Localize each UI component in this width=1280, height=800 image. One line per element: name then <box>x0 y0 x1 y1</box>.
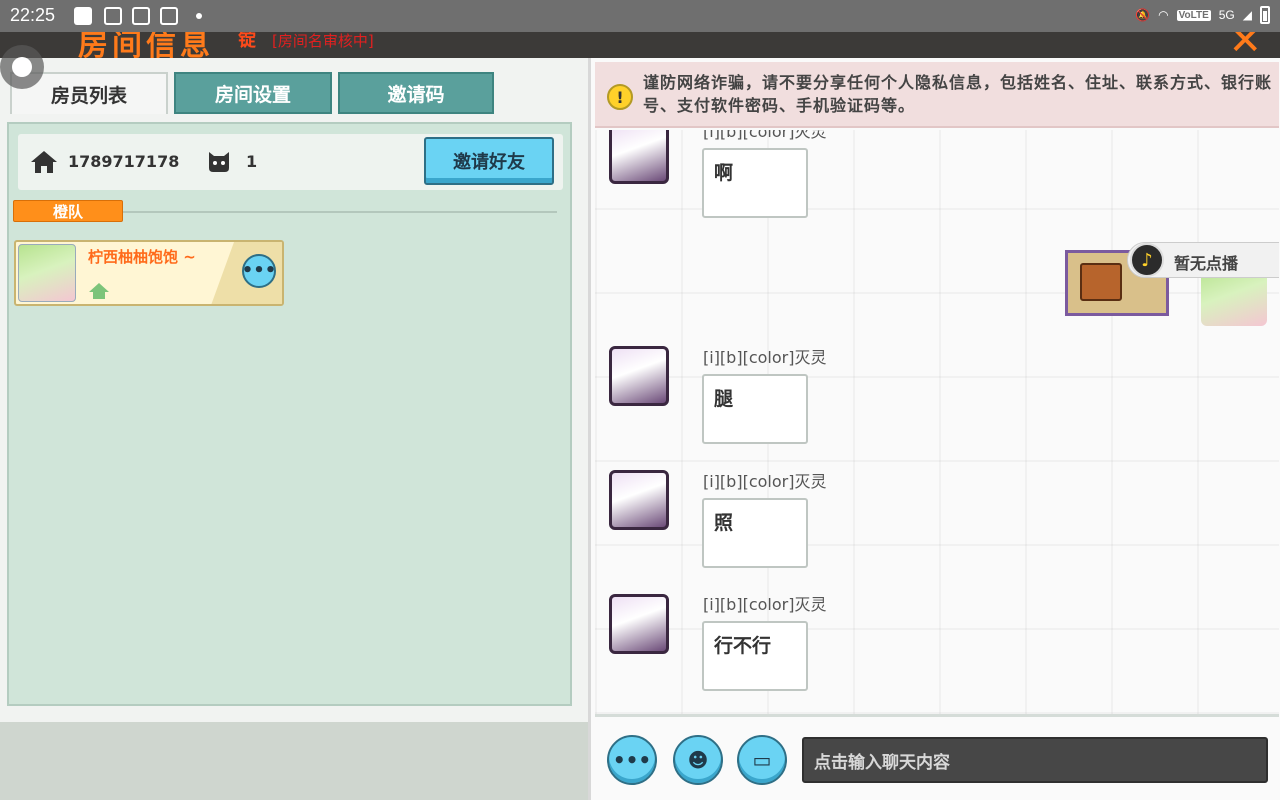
music-request-bar[interactable]: ♪ 暂无点播 <box>1127 242 1279 278</box>
member-name: 柠西柚柚饱饱 ~ <box>88 248 196 266</box>
room-tag: 锭 <box>238 32 256 51</box>
message-bubble: 腿 <box>702 374 808 444</box>
avatar[interactable] <box>609 130 669 184</box>
close-icon[interactable]: ✕ <box>1228 32 1262 58</box>
status-time: 22:25 <box>10 5 56 25</box>
more-notifications-dot <box>196 13 202 19</box>
treasure-icon <box>1080 263 1122 301</box>
message-bubble: 行不行 <box>702 621 808 691</box>
chat-panel: ! 谨防网络诈骗，请不要分享任何个人隐私信息，包括姓名、住址、联系方式、银行账号… <box>588 58 1280 800</box>
member-card[interactable]: 柠西柚柚饱饱 ~ ••• <box>14 240 284 306</box>
divider <box>123 211 557 213</box>
room-id: 1789717178 <box>68 152 180 171</box>
network-label: 5G <box>1218 8 1235 22</box>
member-count-icon <box>209 152 229 172</box>
page-title: 房间信息 <box>78 32 214 58</box>
tab-bar: 房员列表 房间设置 邀请码 <box>10 72 494 114</box>
room-header: 房间信息 锭 [房间名审核中] ✕ <box>0 32 1280 58</box>
status-right: 🔕 ◠ VoLTE 5G ◢ <box>1135 6 1270 24</box>
invite-friends-button[interactable]: 邀请好友 <box>424 137 554 185</box>
home-icon <box>31 151 57 173</box>
paw-notification-icon <box>160 7 178 25</box>
mute-icon: 🔕 <box>1135 8 1151 22</box>
member-more-button[interactable]: ••• <box>242 254 276 288</box>
home-owner-icon <box>89 283 109 299</box>
more-options-button[interactable]: ••• <box>607 735 657 785</box>
signal-icon: ◢ <box>1242 8 1252 22</box>
message-sender: [i][b][color]灭灵 <box>703 595 827 614</box>
avatar[interactable] <box>609 470 669 530</box>
music-note-icon: ♪ <box>1130 243 1164 277</box>
chat-input-bar: ••• ☻ ▭ 点击输入聊天内容 <box>595 714 1279 800</box>
status-bar: 22:25 🔕 ◠ VoLTE 5G ◢ <box>0 0 1280 32</box>
fraud-warning: ! 谨防网络诈骗，请不要分享任何个人隐私信息，包括姓名、住址、联系方式、银行账号… <box>595 62 1279 128</box>
member-list-body: 1789717178 1 邀请好友 橙队 柠西柚柚饱饱 ~ ••• <box>7 122 572 706</box>
warning-text: 谨防网络诈骗，请不要分享任何个人隐私信息，包括姓名、住址、联系方式、银行账号、支… <box>643 73 1273 115</box>
battery-icon <box>1260 6 1270 24</box>
message-bubble: 照 <box>702 498 808 568</box>
message-sender: [i][b][color]灭灵 <box>703 130 827 141</box>
tab-room-settings[interactable]: 房间设置 <box>174 72 332 114</box>
music-status: 暂无点播 <box>1174 254 1239 273</box>
floating-handle[interactable] <box>0 45 44 89</box>
chat-messages[interactable]: [i][b][color]灭灵 啊 ♪ 暂无点播 [i][b][color]灭灵… <box>595 130 1279 714</box>
paw-notification-icon <box>132 7 150 25</box>
room-review-status: [房间名审核中] <box>272 32 374 50</box>
left-bottom-area <box>0 722 588 800</box>
members-panel: 房员列表 房间设置 邀请码 1789717178 1 邀请好友 橙队 柠西柚柚饱… <box>0 58 588 722</box>
paw-notification-icon <box>104 7 122 25</box>
team-label: 橙队 <box>13 200 123 222</box>
member-count: 1 <box>246 152 258 171</box>
wifi-icon: ◠ <box>1158 8 1169 22</box>
message-sender: [i][b][color]灭灵 <box>703 348 827 367</box>
warning-icon: ! <box>607 84 633 110</box>
notification-icon <box>74 7 92 25</box>
emoji-button[interactable]: ☻ <box>673 735 723 785</box>
message-sender: [i][b][color]灭灵 <box>703 472 827 491</box>
message-bubble: 啊 <box>702 148 808 218</box>
avatar[interactable] <box>609 346 669 406</box>
volte-badge: VoLTE <box>1176 9 1211 21</box>
avatar <box>18 244 76 302</box>
avatar[interactable] <box>609 594 669 654</box>
quick-message-button[interactable]: ▭ <box>737 735 787 785</box>
chat-input[interactable]: 点击输入聊天内容 <box>802 737 1268 783</box>
room-info-row: 1789717178 1 邀请好友 <box>18 134 563 190</box>
tab-invite-code[interactable]: 邀请码 <box>338 72 494 114</box>
